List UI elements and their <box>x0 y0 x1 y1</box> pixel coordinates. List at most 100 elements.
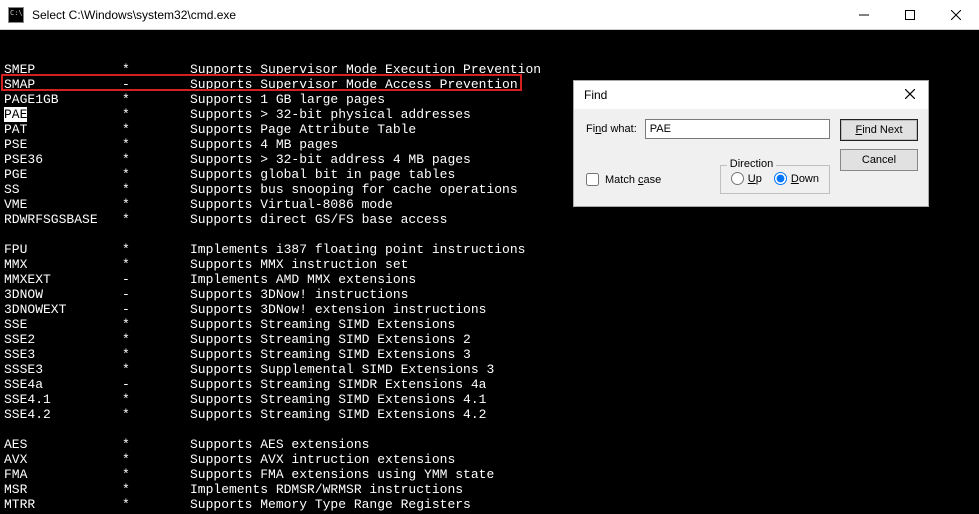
find-what-label: Find what: <box>586 123 637 135</box>
feature-flag: * <box>122 257 190 272</box>
feature-flag: * <box>122 122 190 137</box>
output-row: AES*Supports AES extensions <box>4 437 975 452</box>
find-what-row: Find what: <box>586 119 830 139</box>
feature-desc: Supports direct GS/FS base access <box>190 212 975 227</box>
direction-down-radio[interactable]: Down <box>774 172 819 185</box>
feature-desc: Supports Streaming SIMD Extensions <box>190 317 975 332</box>
blank-line <box>4 227 975 242</box>
find-what-input[interactable] <box>645 119 830 139</box>
feature-desc: Supports Streaming SIMD Extensions 2 <box>190 332 975 347</box>
output-row: RDWRFSGSBASE*Supports direct GS/FS base … <box>4 212 975 227</box>
close-button[interactable] <box>933 0 979 29</box>
feature-name: AES <box>4 437 122 452</box>
feature-desc: Supports AVX intruction extensions <box>190 452 975 467</box>
feature-flag: * <box>122 317 190 332</box>
feature-name: SSE <box>4 317 122 332</box>
feature-flag: * <box>122 242 190 257</box>
feature-name: FMA <box>4 467 122 482</box>
feature-name: AVX <box>4 452 122 467</box>
feature-flag: * <box>122 332 190 347</box>
feature-flag: * <box>122 482 190 497</box>
feature-name: SSE4a <box>4 377 122 392</box>
feature-name: SSSE3 <box>4 362 122 377</box>
feature-name: PSE36 <box>4 152 122 167</box>
cmd-icon <box>8 7 24 23</box>
direction-group: Direction Up Down <box>720 165 830 194</box>
output-row: 3DNOWEXT-Supports 3DNow! extension instr… <box>4 302 975 317</box>
output-row: SSE*Supports Streaming SIMD Extensions <box>4 317 975 332</box>
feature-name: SSE4.1 <box>4 392 122 407</box>
feature-flag: * <box>122 407 190 422</box>
feature-desc: Supports Memory Type Range Registers <box>190 497 975 512</box>
output-row: SMEP*Supports Supervisor Mode Execution … <box>4 62 975 77</box>
output-row: SSE4.2*Supports Streaming SIMD Extension… <box>4 407 975 422</box>
output-row: MMX*Supports MMX instruction set <box>4 257 975 272</box>
feature-name: SSE2 <box>4 332 122 347</box>
feature-name: MMX <box>4 257 122 272</box>
feature-name: 3DNOW <box>4 287 122 302</box>
window-buttons <box>841 0 979 29</box>
feature-flag: * <box>122 362 190 377</box>
feature-desc: Supports 3DNow! extension instructions <box>190 302 975 317</box>
feature-flag: - <box>122 272 190 287</box>
feature-flag: * <box>122 212 190 227</box>
feature-flag: - <box>122 287 190 302</box>
feature-flag: * <box>122 347 190 362</box>
feature-flag: * <box>122 182 190 197</box>
feature-name: 3DNOWEXT <box>4 302 122 317</box>
feature-name: MSR <box>4 482 122 497</box>
feature-name: PAT <box>4 122 122 137</box>
feature-name: VME <box>4 197 122 212</box>
output-row: FMA*Supports FMA extensions using YMM st… <box>4 467 975 482</box>
feature-flag: * <box>122 152 190 167</box>
feature-flag: * <box>122 437 190 452</box>
find-dialog-titlebar[interactable]: Find <box>574 81 928 109</box>
minimize-button[interactable] <box>841 0 887 29</box>
cancel-button[interactable]: Cancel <box>840 149 918 171</box>
feature-desc: Supports Supplemental SIMD Extensions 3 <box>190 362 975 377</box>
window-titlebar: Select C:\Windows\system32\cmd.exe <box>0 0 979 30</box>
window-title: Select C:\Windows\system32\cmd.exe <box>30 8 841 22</box>
match-case-checkbox[interactable]: Match case <box>586 173 661 186</box>
find-close-button[interactable] <box>900 88 920 102</box>
feature-name: RDWRFSGSBASE <box>4 212 122 227</box>
find-dialog-title: Find <box>584 88 900 102</box>
feature-flag: - <box>122 302 190 317</box>
feature-desc: Supports 3DNow! instructions <box>190 287 975 302</box>
direction-up-radio[interactable]: Up <box>731 172 762 185</box>
feature-name: PAE <box>4 107 122 122</box>
feature-desc: Supports FMA extensions using YMM state <box>190 467 975 482</box>
selected-text: PAE <box>4 107 27 122</box>
feature-name: MMXEXT <box>4 272 122 287</box>
output-row: 3DNOW-Supports 3DNow! instructions <box>4 287 975 302</box>
feature-desc: Supports Streaming SIMD Extensions 4.2 <box>190 407 975 422</box>
feature-desc: Implements RDMSR/WRMSR instructions <box>190 482 975 497</box>
output-row: SSE4a-Supports Streaming SIMDR Extension… <box>4 377 975 392</box>
feature-name: PAGE1GB <box>4 92 122 107</box>
output-row: SSE4.1*Supports Streaming SIMD Extension… <box>4 392 975 407</box>
feature-desc: Supports Streaming SIMD Extensions 3 <box>190 347 975 362</box>
blank-line <box>4 422 975 437</box>
feature-name: SSE3 <box>4 347 122 362</box>
feature-desc: Supports AES extensions <box>190 437 975 452</box>
maximize-button[interactable] <box>887 0 933 29</box>
feature-flag: - <box>122 377 190 392</box>
feature-flag: * <box>122 197 190 212</box>
output-row: SSE3*Supports Streaming SIMD Extensions … <box>4 347 975 362</box>
feature-flag: * <box>122 107 190 122</box>
feature-desc: Implements AMD MMX extensions <box>190 272 975 287</box>
output-row: MMXEXT-Implements AMD MMX extensions <box>4 272 975 287</box>
output-row: SSE2*Supports Streaming SIMD Extensions … <box>4 332 975 347</box>
feature-name: FPU <box>4 242 122 257</box>
output-row: FPU*Implements i387 floating point instr… <box>4 242 975 257</box>
find-dialog: Find Find what: Find Next Match case Dir… <box>573 80 929 207</box>
find-dialog-body: Find what: Find Next Match case Directio… <box>574 109 928 206</box>
feature-name: MTRR <box>4 497 122 512</box>
find-next-button[interactable]: Find Next <box>840 119 918 141</box>
feature-name: SMEP <box>4 62 122 77</box>
feature-flag: * <box>122 497 190 512</box>
feature-flag: * <box>122 452 190 467</box>
feature-name: PSE <box>4 137 122 152</box>
feature-flag: * <box>122 167 190 182</box>
feature-flag: * <box>122 92 190 107</box>
